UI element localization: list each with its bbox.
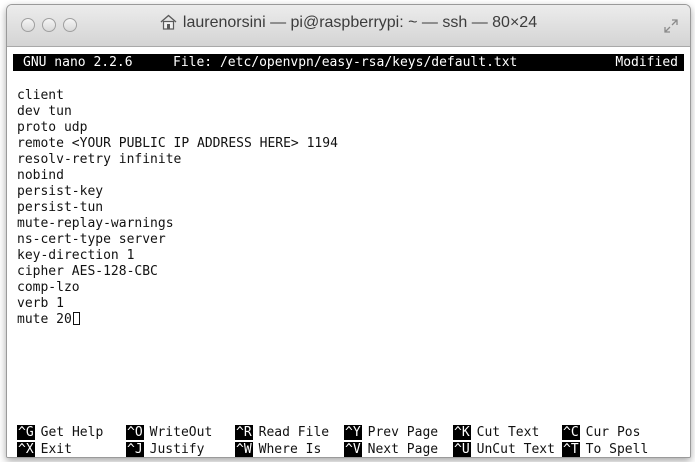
buffer-line[interactable]: nobind: [17, 168, 338, 184]
fullscreen-icon[interactable]: [664, 19, 678, 33]
buffer-line[interactable]: ns-cert-type server: [17, 232, 338, 248]
shortcut-key: ^Y: [344, 425, 362, 440]
window-title: laurenorsini — pi@raspberrypi: ~ — ssh —…: [7, 14, 690, 32]
shortcut-cur-pos[interactable]: ^C Cur Pos: [562, 424, 640, 441]
shortcut-get-help[interactable]: ^G Get Help: [17, 424, 103, 441]
shortcut-writeout[interactable]: ^O WriteOut: [126, 424, 212, 441]
nano-status-bar: GNU nano 2.2.6 File: /etc/openvpn/easy-r…: [13, 54, 684, 71]
shortcut-key: ^G: [17, 425, 35, 440]
editor-buffer[interactable]: client dev tun proto udp remote <YOUR PU…: [17, 88, 338, 328]
nano-version: GNU nano 2.2.6: [23, 55, 133, 70]
shortcut-row-1: ^G Get Help ^O WriteOut ^R Read File ^Y Prev…: [17, 424, 677, 441]
shortcut-next-page[interactable]: ^V Next Page: [344, 441, 439, 457]
shortcut-key: ^V: [344, 442, 362, 457]
buffer-line-text[interactable]: mute 20: [17, 312, 72, 327]
nano-file-label: File: /etc/openvpn/easy-rsa/keys/default…: [173, 55, 518, 70]
shortcut-label: Where Is: [258, 442, 322, 457]
buffer-line[interactable]: remote <YOUR PUBLIC IP ADDRESS HERE> 119…: [17, 136, 338, 152]
shortcut-cut-text[interactable]: ^K Cut Text: [453, 424, 539, 441]
shortcut-read-file[interactable]: ^R Read File: [235, 424, 329, 441]
shortcut-where-is[interactable]: ^W Where Is: [235, 441, 322, 457]
shortcut-key: ^W: [235, 442, 253, 457]
buffer-line[interactable]: mute-replay-warnings: [17, 216, 338, 232]
shortcut-key: ^J: [126, 442, 144, 457]
shortcut-label: Prev Page: [367, 425, 439, 440]
title-bar[interactable]: laurenorsini — pi@raspberrypi: ~ — ssh —…: [7, 5, 690, 47]
terminal-window: laurenorsini — pi@raspberrypi: ~ — ssh —…: [6, 4, 691, 458]
buffer-line[interactable]: comp-lzo: [17, 280, 338, 296]
shortcut-uncut-text[interactable]: ^U UnCut Text: [453, 441, 555, 457]
shortcut-row-2: ^X Exit ^J Justify ^W Where Is ^V Next Page …: [17, 441, 677, 457]
terminal-content[interactable]: GNU nano 2.2.6 File: /etc/openvpn/easy-r…: [7, 47, 690, 457]
shortcut-key: ^K: [453, 425, 471, 440]
shortcut-justify[interactable]: ^J Justify: [126, 441, 205, 457]
shortcut-label: Next Page: [367, 442, 439, 457]
shortcut-label: Read File: [258, 425, 330, 440]
shortcut-key: ^C: [562, 425, 580, 440]
shortcut-label: Cut Text: [476, 425, 540, 440]
shortcut-key: ^R: [235, 425, 253, 440]
buffer-line[interactable]: persist-tun: [17, 200, 338, 216]
shortcut-key: ^O: [126, 425, 144, 440]
shortcut-key: ^X: [17, 442, 35, 457]
shortcut-label: Cur Pos: [585, 425, 641, 440]
buffer-line-with-cursor[interactable]: mute 20: [17, 312, 338, 328]
shortcut-label: WriteOut: [149, 425, 213, 440]
shortcut-key: ^U: [453, 442, 471, 457]
buffer-line[interactable]: dev tun: [17, 104, 338, 120]
buffer-line[interactable]: resolv-retry infinite: [17, 152, 338, 168]
buffer-line[interactable]: persist-key: [17, 184, 338, 200]
shortcut-label: UnCut Text: [476, 442, 555, 457]
buffer-line[interactable]: key-direction 1: [17, 248, 338, 264]
home-icon: [160, 14, 177, 30]
shortcut-to-spell[interactable]: ^T To Spell: [562, 441, 649, 457]
nano-modified-state: Modified: [615, 55, 678, 70]
window-title-text: laurenorsini — pi@raspberrypi: ~ — ssh —…: [182, 14, 538, 31]
nano-shortcut-bar: ^G Get Help ^O WriteOut ^R Read File ^Y Prev…: [17, 424, 677, 457]
text-cursor: [72, 312, 80, 325]
shortcut-label: To Spell: [585, 442, 649, 457]
buffer-line[interactable]: cipher AES-128-CBC: [17, 264, 338, 280]
shortcut-label: Justify: [149, 442, 205, 457]
shortcut-key: ^T: [562, 442, 580, 457]
shortcut-prev-page[interactable]: ^Y Prev Page: [344, 424, 438, 441]
shortcut-exit[interactable]: ^X Exit: [17, 441, 72, 457]
shortcut-label: Exit: [40, 442, 72, 457]
shortcut-label: Get Help: [40, 425, 104, 440]
buffer-line[interactable]: verb 1: [17, 296, 338, 312]
buffer-line[interactable]: proto udp: [17, 120, 338, 136]
buffer-line[interactable]: client: [17, 88, 338, 104]
